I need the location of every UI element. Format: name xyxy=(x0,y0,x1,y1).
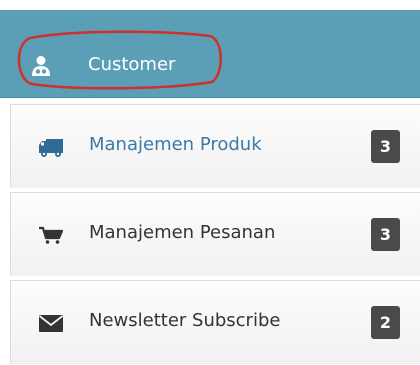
sidebar: Customer Manajemen Produk 3 Manajemen Pe… xyxy=(0,0,420,365)
customer-icon xyxy=(31,55,51,77)
sidebar-header-customer[interactable]: Customer xyxy=(0,10,420,98)
cart-icon xyxy=(38,224,64,246)
sidebar-header-label: Customer xyxy=(88,54,176,75)
sidebar-item-manajemen-produk[interactable]: Manajemen Produk 3 xyxy=(10,104,420,188)
count-badge: 3 xyxy=(371,218,400,251)
truck-icon xyxy=(38,136,64,158)
sidebar-item-label: Manajemen Produk xyxy=(89,134,262,155)
sidebar-item-newsletter-subscribe[interactable]: Newsletter Subscribe 2 xyxy=(10,280,420,364)
count-badge: 3 xyxy=(371,130,400,163)
count-badge: 2 xyxy=(371,306,400,339)
envelope-icon xyxy=(38,312,64,334)
sidebar-item-label: Newsletter Subscribe xyxy=(89,310,281,331)
sidebar-item-manajemen-pesanan[interactable]: Manajemen Pesanan 3 xyxy=(10,192,420,276)
sidebar-item-label: Manajemen Pesanan xyxy=(89,222,276,243)
